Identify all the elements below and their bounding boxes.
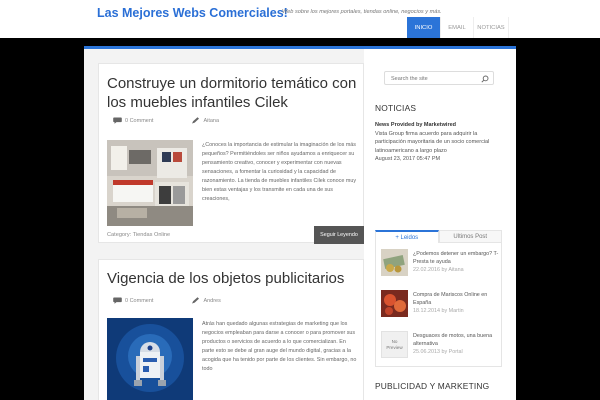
search-box <box>384 71 494 85</box>
post-thumbnail[interactable] <box>107 318 193 400</box>
sidebar-tabs: + Leidos Ultimos Post <box>375 230 502 243</box>
search-input[interactable] <box>391 74 481 83</box>
read-more-button[interactable]: Seguir Leyendo <box>314 226 364 244</box>
post-author[interactable]: Aitana <box>203 118 219 124</box>
post-title[interactable]: Construye un dormitorio temático con los… <box>107 74 362 112</box>
list-item-date: 22.02.2016 by Aitana <box>413 267 464 273</box>
post-card: Construye un dormitorio temático con los… <box>98 63 364 244</box>
nav-item-noticias[interactable]: NOTICIAS <box>473 17 509 38</box>
post-thumbnail[interactable] <box>107 140 193 226</box>
widget-title-noticias: NOTICIAS <box>375 103 417 113</box>
post-card: Vigencia de los objetos publicitarios 0 … <box>98 259 364 400</box>
tab-panel: ¿Podemos detener un embargo? T-Presta te… <box>375 243 502 367</box>
nav-item-email[interactable]: EMAIL <box>440 17 473 38</box>
comment-count[interactable]: 0 Comment <box>125 298 153 304</box>
list-item-thumbnail[interactable] <box>381 249 408 276</box>
news-date: August 23, 2017 05:47 PM <box>375 156 441 163</box>
main-nav: INICIO EMAIL NOTICIAS <box>407 17 509 38</box>
site-title[interactable]: Las Mejores Webs Comerciales! <box>97 6 288 20</box>
category-label: Category: <box>107 232 132 238</box>
news-headline[interactable]: Vista Group firma acuerdo para adquirir … <box>375 131 489 154</box>
post-excerpt: ¿Conoces la importancia de estimular la … <box>202 142 357 202</box>
widget-title-publicidad: PUBLICIDAD Y MARKETING <box>375 381 490 391</box>
no-preview-label: No Preview <box>386 338 403 350</box>
list-item-date: 25.06.2013 by Portal <box>413 349 463 355</box>
money-image <box>381 249 408 276</box>
list-item-title[interactable]: Compra de Mariscos Online en España <box>413 292 487 306</box>
search-icon[interactable] <box>481 75 489 83</box>
pencil-icon <box>192 297 200 304</box>
seafood-image <box>381 290 408 317</box>
page-container: Construye un dormitorio temático con los… <box>84 46 516 400</box>
comment-icon <box>113 117 122 124</box>
post-title[interactable]: Vigencia de los objetos publicitarios <box>107 269 362 288</box>
post-meta: 0 Comment Aitana <box>113 117 219 124</box>
comment-icon <box>113 297 122 304</box>
list-item-title[interactable]: ¿Podemos detener un embargo? T-Presta te… <box>413 251 498 265</box>
list-item-thumbnail[interactable]: No Preview <box>381 331 408 358</box>
news-provider: News Provided by Marketwired <box>375 122 456 128</box>
category-link[interactable]: Tiendas Online <box>133 232 170 238</box>
list-item[interactable]: ¿Podemos detener un embargo? T-Presta te… <box>381 249 499 277</box>
list-item-title[interactable]: Desguaces de motos, una buena alternativ… <box>413 333 492 347</box>
tab-leidos[interactable]: + Leidos <box>375 230 439 243</box>
comment-count[interactable]: 0 Comment <box>125 118 153 124</box>
bedroom-image <box>107 140 193 226</box>
tab-ultimos-post[interactable]: Ultimos Post <box>438 230 502 243</box>
list-item-thumbnail[interactable] <box>381 290 408 317</box>
site-header: Las Mejores Webs Comerciales! Web sobre … <box>0 0 600 38</box>
list-item[interactable]: No Preview Desguaces de motos, una buena… <box>381 331 499 359</box>
list-item[interactable]: Compra de Mariscos Online en España 18.1… <box>381 290 499 318</box>
post-meta: 0 Comment Andres <box>113 297 221 304</box>
pencil-icon <box>192 117 200 124</box>
post-category: Category: Tiendas Online <box>107 232 170 238</box>
post-author[interactable]: Andres <box>203 298 220 304</box>
site-tagline: Web sobre los mejores portales, tiendas … <box>282 9 442 15</box>
post-excerpt: Atrás han quedado algunas estrategias de… <box>202 321 357 372</box>
robot-image <box>107 318 193 400</box>
news-widget: News Provided by Marketwired Vista Group… <box>375 121 505 164</box>
nav-item-inicio[interactable]: INICIO <box>407 17 440 38</box>
list-item-date: 18.12.2014 by Martin <box>413 308 464 314</box>
